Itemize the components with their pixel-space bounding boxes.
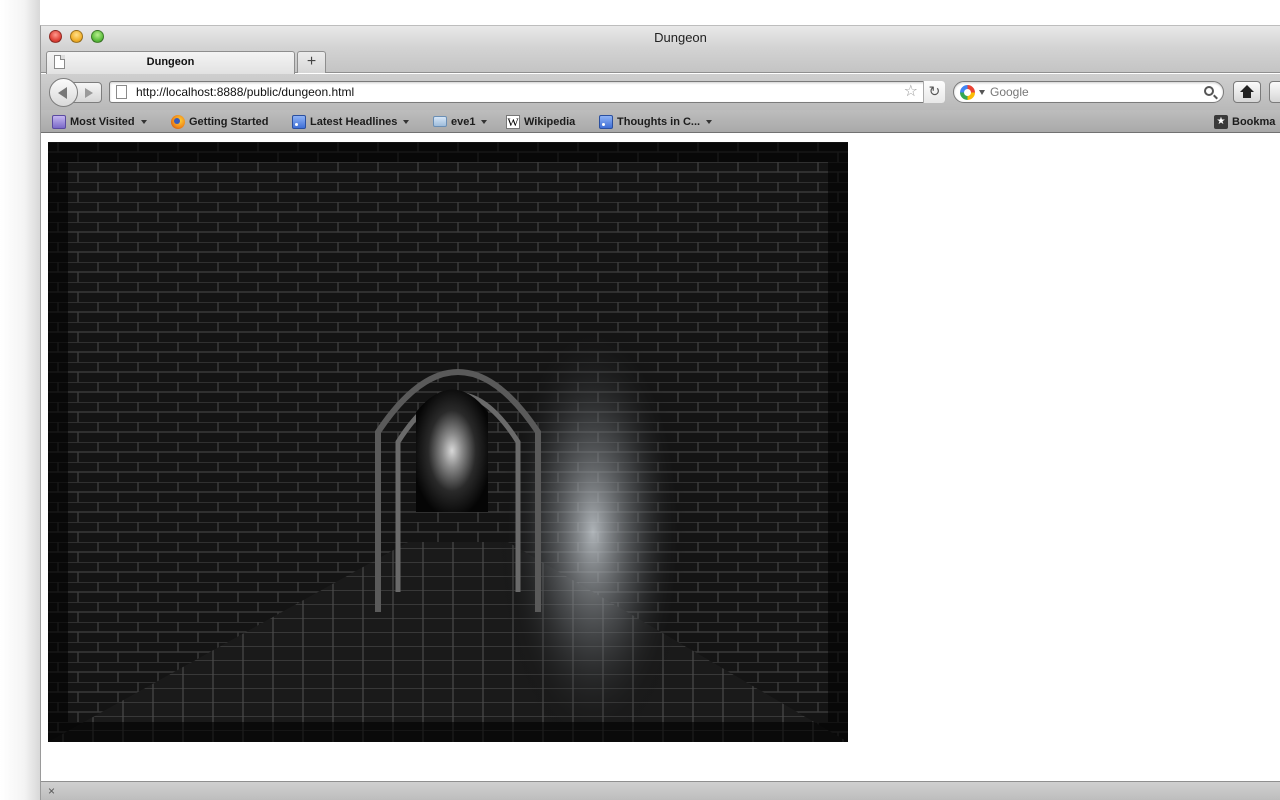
title-bar: Dungeon — [41, 26, 1280, 48]
dungeon-far-opening — [416, 389, 488, 512]
google-icon[interactable] — [960, 85, 975, 100]
bookmark-label: Bookma — [1232, 115, 1276, 128]
search-bar[interactable] — [953, 81, 1224, 103]
back-forward-group — [49, 78, 103, 107]
chevron-down-icon — [481, 119, 488, 124]
page-icon — [116, 85, 127, 99]
wikipedia-icon: W — [506, 114, 520, 129]
rss-icon — [292, 114, 306, 129]
bookmark-label: Thoughts in C... — [617, 115, 701, 128]
bookmark-latest-headlines[interactable]: Latest Headlines — [292, 113, 410, 130]
toolbar-overflow-button[interactable] — [1269, 81, 1280, 103]
bookmark-label: Latest Headlines — [310, 115, 398, 128]
bookmarks-menu[interactable]: ★ Bookma — [1214, 113, 1275, 130]
back-button[interactable] — [49, 78, 78, 107]
bookmark-label: Getting Started — [189, 115, 269, 128]
reload-button[interactable]: ↻ — [923, 81, 945, 103]
rss-icon — [599, 114, 613, 129]
address-url[interactable]: http://localhost:8888/public/dungeon.htm… — [136, 85, 354, 99]
address-bar[interactable]: http://localhost:8888/public/dungeon.htm… — [109, 81, 945, 103]
folder-icon — [433, 116, 447, 127]
reload-icon: ↻ — [928, 83, 941, 99]
browser-window: Dungeon Dungeon + http://localhost:8888/… — [40, 25, 1280, 800]
tab-label: Dungeon — [146, 56, 195, 68]
bookmark-most-visited[interactable]: Most Visited — [52, 113, 147, 130]
search-engine-dropdown-icon[interactable] — [979, 90, 985, 95]
chevron-down-icon — [140, 119, 147, 124]
tab-dungeon[interactable]: Dungeon — [46, 51, 295, 74]
bookmarks-star-icon: ★ — [1214, 114, 1228, 129]
firefox-icon — [171, 114, 185, 129]
bookmark-star-icon[interactable]: ☆ — [904, 83, 918, 101]
status-bar: × — [41, 781, 1280, 800]
dungeon-wall-light — [498, 312, 688, 742]
chevron-down-icon — [706, 119, 713, 124]
desktop-background — [0, 0, 40, 800]
bookmark-label: Wikipedia — [524, 115, 576, 128]
home-button[interactable] — [1233, 81, 1261, 103]
search-input[interactable] — [990, 84, 1200, 100]
bookmark-getting-started[interactable]: Getting Started — [171, 113, 268, 130]
bookmark-folder-eve1[interactable]: eve1 — [433, 113, 488, 130]
page-content — [41, 134, 1280, 782]
search-icon[interactable] — [1204, 86, 1214, 96]
navigation-toolbar: http://localhost:8888/public/dungeon.htm… — [41, 74, 1280, 110]
most-visited-icon — [52, 114, 66, 129]
bookmark-wikipedia[interactable]: W Wikipedia — [506, 113, 575, 130]
bookmark-thoughts[interactable]: Thoughts in C... — [599, 113, 713, 130]
bookmark-label: Most Visited — [70, 115, 135, 128]
window-title: Dungeon — [654, 30, 707, 45]
new-tab-button[interactable]: + — [297, 51, 326, 73]
dungeon-game-canvas[interactable] — [48, 142, 848, 742]
bookmarks-toolbar: Most Visited Getting Started Latest Head… — [41, 110, 1280, 133]
bookmark-label: eve1 — [451, 115, 476, 128]
tab-strip: Dungeon + — [41, 48, 1280, 74]
chevron-down-icon — [403, 119, 410, 124]
close-addon-bar-icon[interactable]: × — [48, 784, 55, 798]
